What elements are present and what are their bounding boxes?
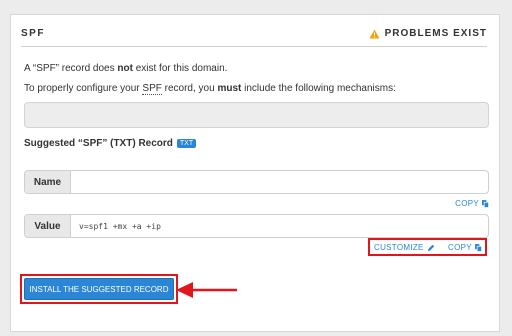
value-label: Value	[25, 215, 71, 237]
arrow-annotation	[176, 282, 237, 298]
copy-name-button[interactable]: COPY	[455, 199, 489, 208]
configure-instruction: To properly configure your SPF record, y…	[24, 83, 396, 95]
instruction-emphasis: must	[217, 83, 242, 94]
value-row: Value v=spf1 +mx +a +ip	[24, 214, 489, 238]
spf-card: SPF PROBLEMS EXIST A “SPF” record does n…	[10, 14, 500, 332]
customize-label: CUSTOMIZE	[374, 243, 424, 252]
status-text: PROBLEMS EXIST	[384, 28, 487, 39]
copy-icon	[474, 243, 482, 252]
copy-label: COPY	[455, 199, 479, 208]
name-field[interactable]	[71, 171, 488, 193]
name-label: Name	[25, 171, 71, 193]
value-field[interactable]: v=spf1 +mx +a +ip	[71, 215, 488, 237]
missing-record-message: A “SPF” record does not exist for this d…	[24, 63, 227, 74]
instruction-text: record, you	[161, 83, 218, 94]
warning-icon	[369, 29, 380, 38]
message-emphasis: not	[117, 63, 133, 74]
name-row: Name	[24, 170, 489, 194]
pencil-icon	[427, 244, 434, 251]
install-suggested-record-button[interactable]: INSTALL THE SUGGESTED RECORD	[24, 278, 174, 300]
copy-icon	[482, 199, 489, 208]
spf-abbreviation: SPF	[142, 83, 162, 95]
copy-value-button[interactable]: COPY	[448, 243, 482, 252]
section-header: SPF PROBLEMS EXIST	[21, 28, 487, 47]
message-text: A “SPF” record does	[24, 63, 118, 74]
customize-button[interactable]: CUSTOMIZE	[374, 243, 435, 252]
copy-label: COPY	[448, 243, 472, 252]
record-type-badge: TXT	[176, 139, 197, 148]
status-indicator: PROBLEMS EXIST	[369, 28, 487, 39]
instruction-text: include the following mechanisms:	[241, 83, 396, 94]
message-text: exist for this domain.	[132, 63, 228, 74]
instruction-text: To properly configure your	[24, 83, 143, 94]
section-title: SPF	[21, 28, 45, 39]
mechanisms-box	[24, 102, 489, 128]
suggested-heading-text: Suggested “SPF” (TXT) Record	[24, 138, 173, 149]
suggested-record-heading: Suggested “SPF” (TXT) Record TXT	[24, 138, 197, 149]
